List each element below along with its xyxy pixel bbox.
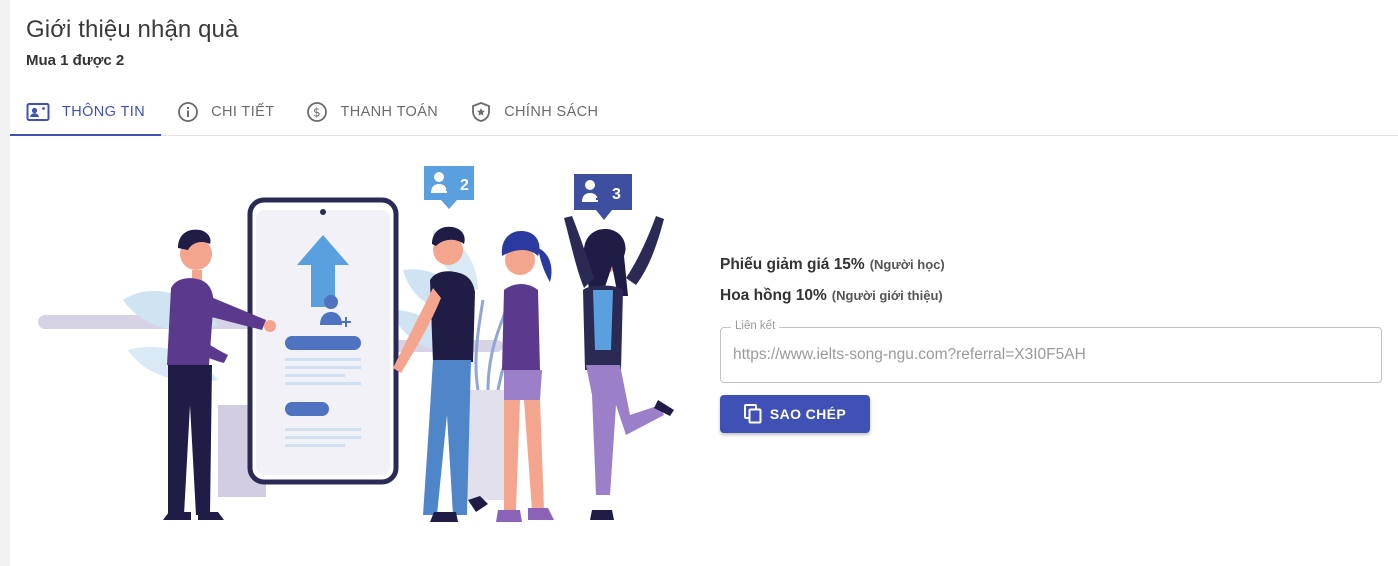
copy-button[interactable]: SAO CHÉP — [720, 395, 870, 433]
discount-row: Phiếu giảm giá 15% (Người học) — [720, 256, 1382, 274]
referral-link-field: Liên kết — [720, 320, 1382, 383]
page-subtitle: Mua 1 được 2 — [26, 52, 125, 69]
badge-right-number: 3 — [612, 186, 621, 203]
tab-label: THANH TOÁN — [340, 103, 439, 120]
commission-note: (Người giới thiệu) — [831, 288, 943, 303]
tab-chi-tiet[interactable]: CHI TIẾT — [161, 88, 290, 135]
tab-label: CHÍNH SÁCH — [504, 103, 599, 120]
commission-row: Hoa hồng 10% (Người giới thiệu) — [720, 287, 1382, 305]
info-icon — [178, 101, 198, 122]
copy-icon — [743, 404, 762, 424]
badge-left-number: 2 — [460, 177, 469, 194]
tab-thong-tin[interactable]: THÔNG TIN — [10, 88, 162, 136]
page-title: Giới thiệu nhận quà — [26, 16, 239, 43]
tab-thanh-toan[interactable]: $ THANH TOÁN — [290, 88, 454, 135]
referral-info: Phiếu giảm giá 15% (Người học) Hoa hồng … — [720, 256, 1382, 433]
svg-text:$: $ — [313, 105, 321, 119]
tab-bar: THÔNG TIN CHI TIẾT $ THANH TOÁN CHÍNH SÁ… — [10, 88, 1398, 136]
referral-card: Giới thiệu nhận quà Mua 1 được 2 THÔNG T… — [10, 0, 1398, 566]
tab-label: CHI TIẾT — [211, 103, 275, 120]
referral-link-input[interactable] — [733, 328, 1363, 382]
dollar-icon: $ — [307, 101, 328, 122]
discount-note: (Người học) — [869, 257, 945, 272]
page-header: Giới thiệu nhận quà Mua 1 được 2 — [26, 16, 238, 69]
id-card-icon — [26, 102, 50, 121]
referral-illustration: 2 3 — [38, 166, 674, 522]
discount-label: Phiếu giảm giá 15% — [720, 256, 865, 273]
commission-label: Hoa hồng 10% — [720, 287, 827, 304]
copy-button-label: SAO CHÉP — [769, 406, 847, 422]
tab-chinh-sach[interactable]: CHÍNH SÁCH — [454, 88, 614, 135]
shield-star-icon — [472, 101, 491, 122]
tab-label: THÔNG TIN — [62, 103, 146, 120]
